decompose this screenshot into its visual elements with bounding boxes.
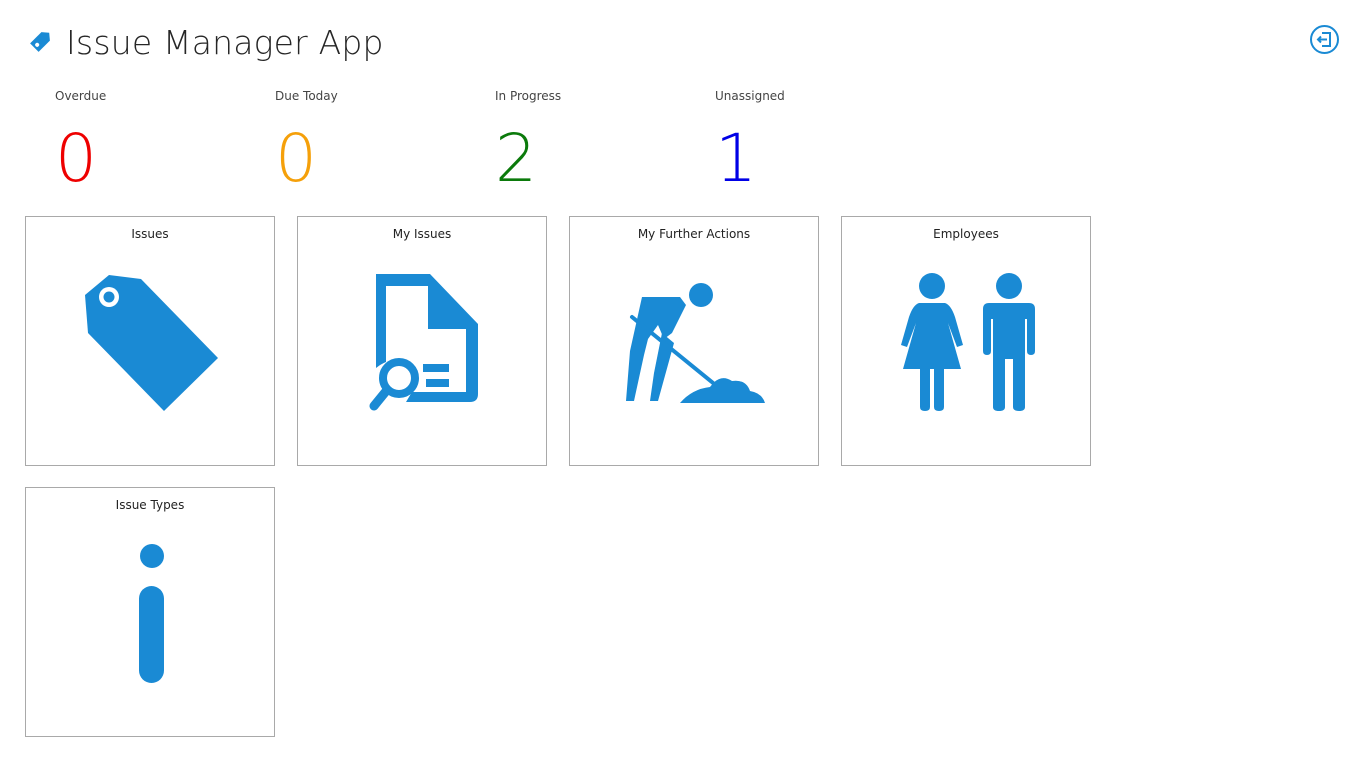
- stat-label: Overdue: [55, 89, 107, 103]
- tile-issues[interactable]: Issues: [25, 216, 275, 466]
- document-search-icon: [369, 274, 478, 411]
- stat-count: 0: [275, 120, 317, 197]
- tile-employees[interactable]: Employees: [841, 216, 1091, 466]
- people-icon: [901, 273, 1035, 411]
- stat-count: 0: [55, 120, 97, 197]
- stat-due-today: Due Today 0: [275, 89, 338, 197]
- stat-unassigned: Unassigned 1: [715, 89, 785, 197]
- tile-label: My Issues: [392, 227, 452, 241]
- sign-out-icon[interactable]: [1309, 24, 1340, 55]
- tile-my-issues[interactable]: My Issues: [297, 216, 547, 466]
- stat-label: Unassigned: [715, 89, 785, 103]
- stat-count: 2: [495, 120, 537, 197]
- tile-label: My Further Actions: [637, 227, 751, 241]
- stat-label: Due Today: [275, 89, 338, 103]
- tile-my-further-actions[interactable]: My Further Actions: [569, 216, 819, 466]
- app-header: Issue Manager App: [26, 20, 384, 64]
- page-title: Issue Manager App: [66, 22, 384, 62]
- tile-label: Employees: [933, 227, 999, 241]
- stat-overdue: Overdue 0: [55, 89, 107, 197]
- tag-icon: [85, 275, 218, 411]
- tile-label: Issue Types: [115, 498, 185, 512]
- tile-label: Issues: [131, 227, 169, 241]
- tag-icon: [30, 32, 50, 52]
- stat-label: In Progress: [495, 89, 562, 103]
- tile-issue-types[interactable]: Issue Types: [25, 487, 275, 737]
- stat-in-progress: In Progress 2: [495, 89, 562, 197]
- info-icon: [139, 544, 164, 683]
- worker-shovel-icon: [626, 283, 765, 403]
- stat-count: 1: [715, 120, 757, 197]
